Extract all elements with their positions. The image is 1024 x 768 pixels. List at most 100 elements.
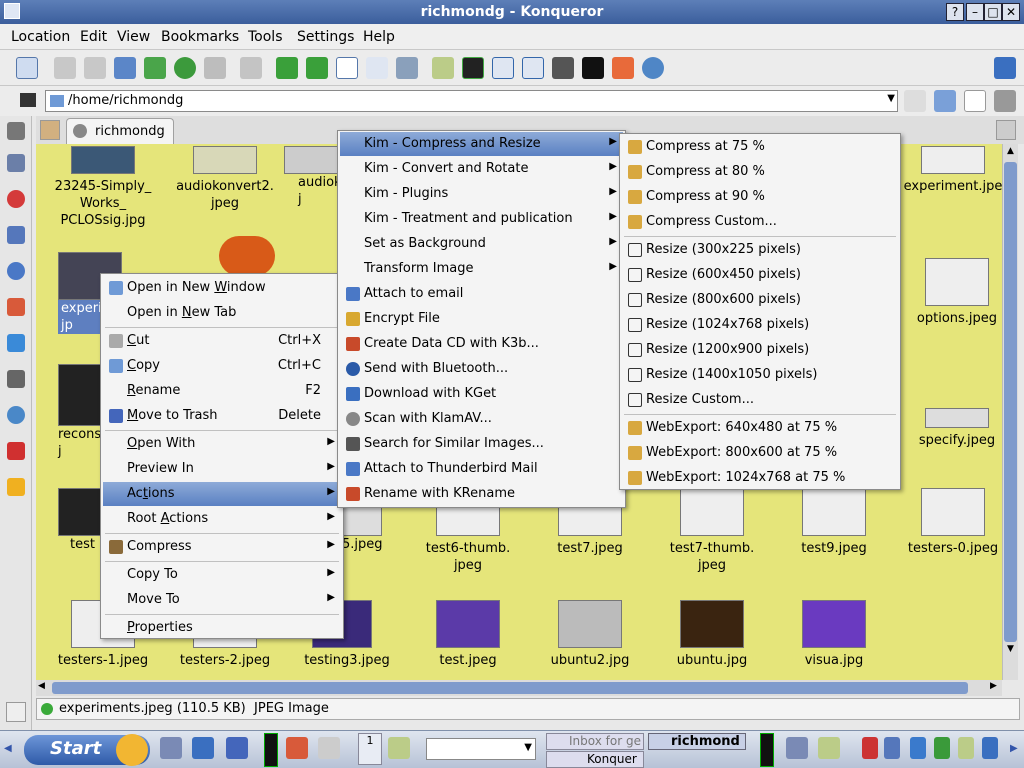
kim-compress-75[interactable]: Compress at 75 % bbox=[622, 135, 898, 159]
tray-klipper-icon[interactable] bbox=[982, 737, 998, 759]
menu-bookmarks[interactable]: Bookmarks bbox=[161, 29, 239, 45]
action-kim-plugins[interactable]: Kim - Plugins ▶ bbox=[340, 182, 623, 206]
kim-resize-800[interactable]: Resize (800x600 pixels) bbox=[622, 288, 898, 312]
scroll-up-icon[interactable]: ▲ bbox=[1004, 146, 1017, 160]
tray-zoom-icon[interactable] bbox=[818, 737, 840, 759]
action-kim-compress-resize[interactable]: Kim - Compress and Resize ▶ bbox=[340, 132, 623, 156]
tray-volume-icon[interactable] bbox=[884, 737, 900, 759]
menu-move-to-trash[interactable]: Move to Trash Delete bbox=[103, 404, 341, 428]
sidebar-config-icon[interactable] bbox=[7, 122, 25, 140]
taskbar-search-input[interactable]: ▼ bbox=[426, 738, 536, 760]
action-rename-krename[interactable]: Rename with KRename bbox=[340, 482, 623, 506]
menu-tools[interactable]: Tools bbox=[248, 29, 283, 45]
menu-copy-to[interactable]: Copy To ▶ bbox=[103, 563, 341, 587]
tab-close-icon[interactable] bbox=[73, 124, 87, 138]
menu-copy[interactable]: Copy Ctrl+C bbox=[103, 354, 341, 378]
sidebar-root-icon[interactable] bbox=[7, 442, 25, 460]
thumbnail-view-icon[interactable] bbox=[396, 57, 418, 79]
search-dropdown-icon[interactable]: ▼ bbox=[524, 742, 532, 753]
menu-actions[interactable]: Actions ▶ bbox=[103, 482, 341, 506]
action-attach-thunderbird[interactable]: Attach to Thunderbird Mail bbox=[340, 457, 623, 481]
action-kim-treatment[interactable]: Kim - Treatment and publication ▶ bbox=[340, 207, 623, 231]
kim-resize-1200[interactable]: Resize (1200x900 pixels) bbox=[622, 338, 898, 362]
sidebar-network-icon[interactable] bbox=[7, 406, 25, 424]
help-button[interactable]: ? bbox=[946, 3, 964, 21]
file-item[interactable]: test.jpeg bbox=[413, 600, 523, 669]
file-item[interactable]: audiok j bbox=[284, 146, 348, 208]
list-view-icon[interactable] bbox=[366, 57, 388, 79]
network-icon[interactable] bbox=[642, 57, 664, 79]
file-item[interactable]: 23245-Simply_ Works_ PCLOSsig.jpg bbox=[48, 146, 158, 229]
task-inbox[interactable]: Inbox for ge bbox=[546, 733, 644, 750]
icon-view-icon[interactable] bbox=[336, 57, 358, 79]
sidebar-media-icon[interactable] bbox=[7, 334, 25, 352]
menu-edit[interactable]: Edit bbox=[80, 29, 107, 45]
taskbar-apps-icon[interactable] bbox=[226, 737, 248, 759]
taskbar-settings-icon[interactable] bbox=[160, 737, 182, 759]
horizontal-scrollbar[interactable]: ◀ ▶ bbox=[36, 680, 1002, 696]
sidebar-devices-icon[interactable] bbox=[7, 226, 25, 244]
sidebar-history-icon[interactable] bbox=[7, 262, 25, 280]
taskbar-find-icon[interactable] bbox=[388, 737, 410, 759]
back-icon[interactable] bbox=[54, 57, 76, 79]
menu-preview-in[interactable]: Preview In ▶ bbox=[103, 457, 341, 481]
file-item[interactable]: specify.jpeg bbox=[902, 408, 1002, 449]
location-input[interactable]: /home/richmondg ▼ bbox=[45, 90, 898, 112]
menu-rename[interactable]: Rename F2 bbox=[103, 379, 341, 403]
fullscreen-icon[interactable] bbox=[612, 57, 634, 79]
split-vertical-icon[interactable] bbox=[492, 57, 514, 79]
action-attach-email[interactable]: Attach to email bbox=[340, 282, 623, 306]
taskbar-right-arrow-icon[interactable]: ▶ bbox=[1010, 743, 1018, 754]
minimize-button[interactable]: – bbox=[966, 3, 984, 21]
menu-open-new-window[interactable]: Open in New Window bbox=[103, 276, 341, 300]
scroll-down-icon[interactable]: ▼ bbox=[1004, 644, 1017, 658]
sidebar-video-icon[interactable] bbox=[7, 370, 25, 388]
file-item[interactable]: test7-thumb. jpeg bbox=[657, 488, 767, 574]
close-tab-icon[interactable] bbox=[996, 120, 1016, 140]
new-tab-icon[interactable] bbox=[40, 120, 60, 140]
terminal-icon[interactable] bbox=[462, 57, 484, 79]
kim-resize-custom[interactable]: Resize Custom... bbox=[622, 388, 898, 412]
menu-properties[interactable]: Properties bbox=[103, 616, 341, 638]
action-set-background[interactable]: Set as Background ▶ bbox=[340, 232, 623, 256]
sidebar-toggle-icon[interactable] bbox=[16, 57, 38, 79]
kim-resize-1024[interactable]: Resize (1024x768 pixels) bbox=[622, 313, 898, 337]
kim-resize-600[interactable]: Resize (600x450 pixels) bbox=[622, 263, 898, 287]
file-item[interactable]: ubuntu.jpg bbox=[657, 600, 767, 669]
kim-webexport-800[interactable]: WebExport: 800x600 at 75 % bbox=[622, 441, 898, 465]
menu-settings[interactable]: Settings bbox=[297, 29, 354, 45]
sidebar-star-icon[interactable] bbox=[7, 478, 25, 496]
horizontal-scroll-thumb[interactable] bbox=[52, 682, 968, 694]
start-button[interactable]: Start bbox=[24, 734, 150, 766]
file-item[interactable]: options.jpeg bbox=[902, 258, 1002, 327]
filter-icon[interactable] bbox=[994, 90, 1016, 112]
action-scan-klamav[interactable]: Scan with KlamAV... bbox=[340, 407, 623, 431]
kim-compress-90[interactable]: Compress at 90 % bbox=[622, 185, 898, 209]
stop-icon[interactable] bbox=[204, 57, 226, 79]
vertical-scroll-thumb[interactable] bbox=[1004, 162, 1017, 642]
taskbar-home-icon[interactable] bbox=[286, 737, 308, 759]
up-icon[interactable] bbox=[114, 57, 136, 79]
desktop-pager[interactable]: 1 bbox=[358, 733, 382, 765]
tray-updates-icon[interactable] bbox=[862, 737, 878, 759]
tray-search-icon[interactable] bbox=[958, 737, 974, 759]
menu-compress[interactable]: Compress ▶ bbox=[103, 535, 341, 559]
menu-help[interactable]: Help bbox=[363, 29, 395, 45]
zoom-in-icon[interactable] bbox=[276, 57, 298, 79]
action-kim-convert-rotate[interactable]: Kim - Convert and Rotate ▶ bbox=[340, 157, 623, 181]
tray-bluetooth-icon[interactable] bbox=[910, 737, 926, 759]
scroll-right-icon[interactable]: ▶ bbox=[990, 681, 997, 691]
sidebar-audio-icon[interactable] bbox=[7, 154, 25, 172]
forward-icon[interactable] bbox=[84, 57, 106, 79]
sidebar-corner[interactable] bbox=[6, 702, 26, 722]
menu-root-actions[interactable]: Root Actions ▶ bbox=[103, 507, 341, 531]
tab-richmondg[interactable]: richmondg bbox=[66, 118, 174, 144]
location-dropdown-icon[interactable]: ▼ bbox=[887, 93, 895, 104]
zoom-out-icon[interactable] bbox=[306, 57, 328, 79]
taskbar-docs-icon[interactable] bbox=[318, 737, 340, 759]
home-icon[interactable] bbox=[144, 57, 166, 79]
menu-location[interactable]: Location bbox=[11, 29, 70, 45]
kim-webexport-1024[interactable]: WebExport: 1024x768 at 75 % bbox=[622, 466, 898, 490]
console-icon[interactable] bbox=[582, 57, 604, 79]
find-icon[interactable] bbox=[432, 57, 454, 79]
